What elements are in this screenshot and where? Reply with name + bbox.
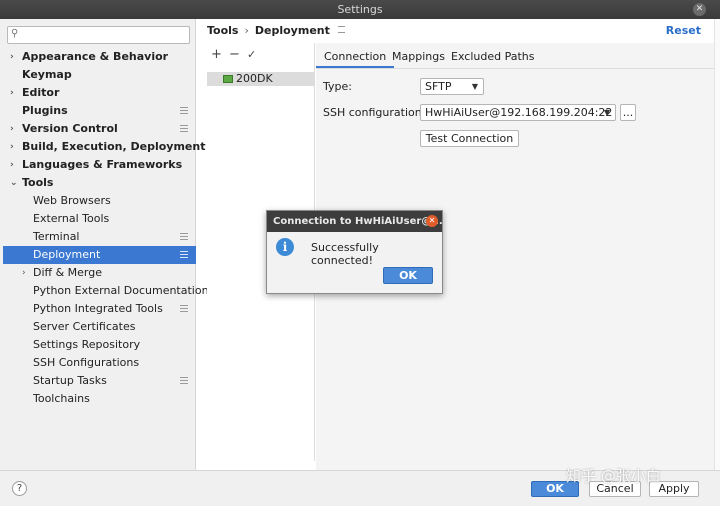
- ssh-config-value: HwHiAiUser@192.168.199.204:22: [425, 106, 613, 119]
- sidebar-item-label: Appearance & Behavior: [22, 50, 169, 63]
- browse-ssh-button[interactable]: ...: [620, 104, 636, 121]
- reset-link[interactable]: Reset: [666, 24, 701, 37]
- window-title: Settings: [337, 3, 383, 16]
- sidebar-item-languages-frameworks[interactable]: › Languages & Frameworks: [0, 156, 196, 174]
- sidebar-item-keymap[interactable]: Keymap: [0, 66, 196, 84]
- sidebar-item-python-external-documentation[interactable]: Python External Documentation: [0, 282, 209, 300]
- breadcrumb-current: Deployment: [254, 24, 330, 37]
- sidebar-item-label: Web Browsers: [33, 194, 111, 207]
- sidebar-item-startup-tasks[interactable]: Startup Tasks: [0, 372, 196, 390]
- chevron-right-icon[interactable]: ›: [10, 138, 14, 156]
- remove-server-icon[interactable]: −: [229, 47, 240, 62]
- project-scope-icon: [180, 251, 188, 258]
- sidebar-item-label: Languages & Frameworks: [22, 158, 183, 171]
- sidebar-item-tools[interactable]: ⌄ Tools: [0, 174, 196, 192]
- sidebar-item-editor[interactable]: › Editor: [0, 84, 196, 102]
- sidebar-item-label: Toolchains: [33, 392, 90, 405]
- sidebar-item-label: External Tools: [33, 212, 110, 225]
- chevron-down-icon[interactable]: ⌄: [10, 174, 18, 192]
- search-field[interactable]: ⚲: [7, 26, 190, 44]
- info-icon: i: [276, 238, 294, 256]
- watermark: 知乎 @张小白: [566, 467, 661, 485]
- project-scope-icon: [180, 233, 188, 240]
- sidebar-item-server-certificates[interactable]: Server Certificates: [0, 318, 196, 336]
- type-select[interactable]: SFTP ▼: [420, 78, 484, 95]
- sidebar-item-plugins[interactable]: Plugins: [0, 102, 196, 120]
- sidebar-item-appearance-behavior[interactable]: › Appearance & Behavior: [0, 48, 196, 66]
- chevron-right-icon[interactable]: ›: [10, 48, 14, 66]
- sidebar-item-diff-merge[interactable]: › Diff & Merge: [0, 264, 196, 282]
- breadcrumb: Tools › Deployment: [207, 24, 345, 37]
- tab-connection[interactable]: Connection: [316, 48, 395, 68]
- test-connection-button[interactable]: Test Connection: [420, 130, 519, 147]
- settings-tree: › Appearance & Behavior Keymap › Editor Plugi…: [0, 48, 209, 408]
- background-window-edge: [714, 19, 720, 470]
- dialog-ok-button[interactable]: OK: [383, 267, 433, 284]
- sidebar-item-label: Settings Repository: [33, 338, 141, 351]
- chevron-right-icon[interactable]: ›: [22, 264, 26, 282]
- sidebar-item-python-integrated-tools[interactable]: Python Integrated Tools: [0, 300, 196, 318]
- sidebar-item-label: Tools: [22, 176, 54, 189]
- server-list-item[interactable]: 200DK: [207, 72, 315, 86]
- search-icon: ⚲: [11, 28, 19, 39]
- breadcrumb-parent[interactable]: Tools: [207, 24, 238, 37]
- chevron-right-icon[interactable]: ›: [10, 156, 14, 174]
- sidebar-item-settings-repository[interactable]: Settings Repository: [0, 336, 196, 354]
- sidebar-item-external-tools[interactable]: External Tools: [0, 210, 196, 228]
- help-button[interactable]: ?: [12, 481, 27, 496]
- dialog-close-icon[interactable]: ✕: [426, 215, 438, 227]
- type-label: Type:: [323, 80, 352, 93]
- server-name: 200DK: [236, 72, 273, 85]
- type-value: SFTP: [425, 80, 452, 93]
- default-server-icon[interactable]: ✓: [247, 48, 256, 61]
- project-scope-icon: [180, 125, 188, 132]
- sidebar-item-label: Version Control: [22, 122, 118, 135]
- sftp-server-icon: [223, 75, 233, 83]
- sidebar-item-web-browsers[interactable]: Web Browsers: [0, 192, 196, 210]
- sidebar-item-label: SSH Configurations: [33, 356, 140, 369]
- chevron-right-icon[interactable]: ›: [10, 120, 14, 138]
- project-scope-icon: [180, 107, 188, 114]
- sidebar-item-deployment[interactable]: Deployment: [3, 246, 196, 264]
- chevron-down-icon: ▼: [603, 108, 610, 117]
- sidebar-item-label: Editor: [22, 86, 60, 99]
- connection-success-dialog: Connection to HwHiAiUser@... ✕ i Success…: [266, 210, 443, 294]
- sidebar-item-toolchains[interactable]: Toolchains: [0, 390, 196, 408]
- dialog-title: Connection to HwHiAiUser@...: [267, 211, 442, 232]
- project-scope-icon: [337, 26, 345, 33]
- tab-divider: [316, 68, 720, 69]
- tab-excluded-paths[interactable]: Excluded Paths: [443, 48, 542, 68]
- sidebar-item-label: Keymap: [22, 68, 72, 81]
- sidebar-item-label: Deployment: [33, 248, 101, 261]
- project-scope-icon: [180, 305, 188, 312]
- sidebar-item-version-control[interactable]: › Version Control: [0, 120, 196, 138]
- sidebar-item-label: Startup Tasks: [33, 374, 107, 387]
- chevron-right-icon[interactable]: ›: [10, 84, 14, 102]
- ssh-config-select[interactable]: HwHiAiUser@192.168.199.204:22 ▼: [420, 104, 616, 121]
- sidebar-item-label: Terminal: [33, 230, 80, 243]
- sidebar-item-label: Build, Execution, Deployment: [22, 140, 206, 153]
- search-input[interactable]: [24, 28, 184, 42]
- ssh-config-label: SSH configuration:: [323, 106, 426, 119]
- sidebar-item-label: Server Certificates: [33, 320, 136, 333]
- sidebar-item-terminal[interactable]: Terminal: [0, 228, 196, 246]
- sidebar-item-ssh-configurations[interactable]: SSH Configurations: [0, 354, 196, 372]
- window-titlebar: Settings ✕: [0, 0, 720, 19]
- settings-sidebar: ⚲ › Appearance & Behavior Keymap › Editor Plu…: [0, 19, 209, 470]
- sidebar-item-label: Python Integrated Tools: [33, 302, 163, 315]
- add-server-icon[interactable]: +: [211, 47, 222, 62]
- project-scope-icon: [180, 377, 188, 384]
- close-icon[interactable]: ✕: [693, 3, 706, 16]
- sidebar-item-build-execution-deployment[interactable]: › Build, Execution, Deployment: [0, 138, 205, 156]
- sidebar-item-label: Diff & Merge: [33, 266, 103, 279]
- sidebar-item-label: Plugins: [22, 104, 68, 117]
- breadcrumb-separator-icon: ›: [244, 24, 249, 37]
- server-toolbar: + − ✓: [207, 43, 314, 67]
- sidebar-item-label: Python External Documentation: [33, 284, 209, 297]
- chevron-down-icon: ▼: [471, 82, 478, 91]
- dialog-message: Successfully connected!: [311, 241, 379, 267]
